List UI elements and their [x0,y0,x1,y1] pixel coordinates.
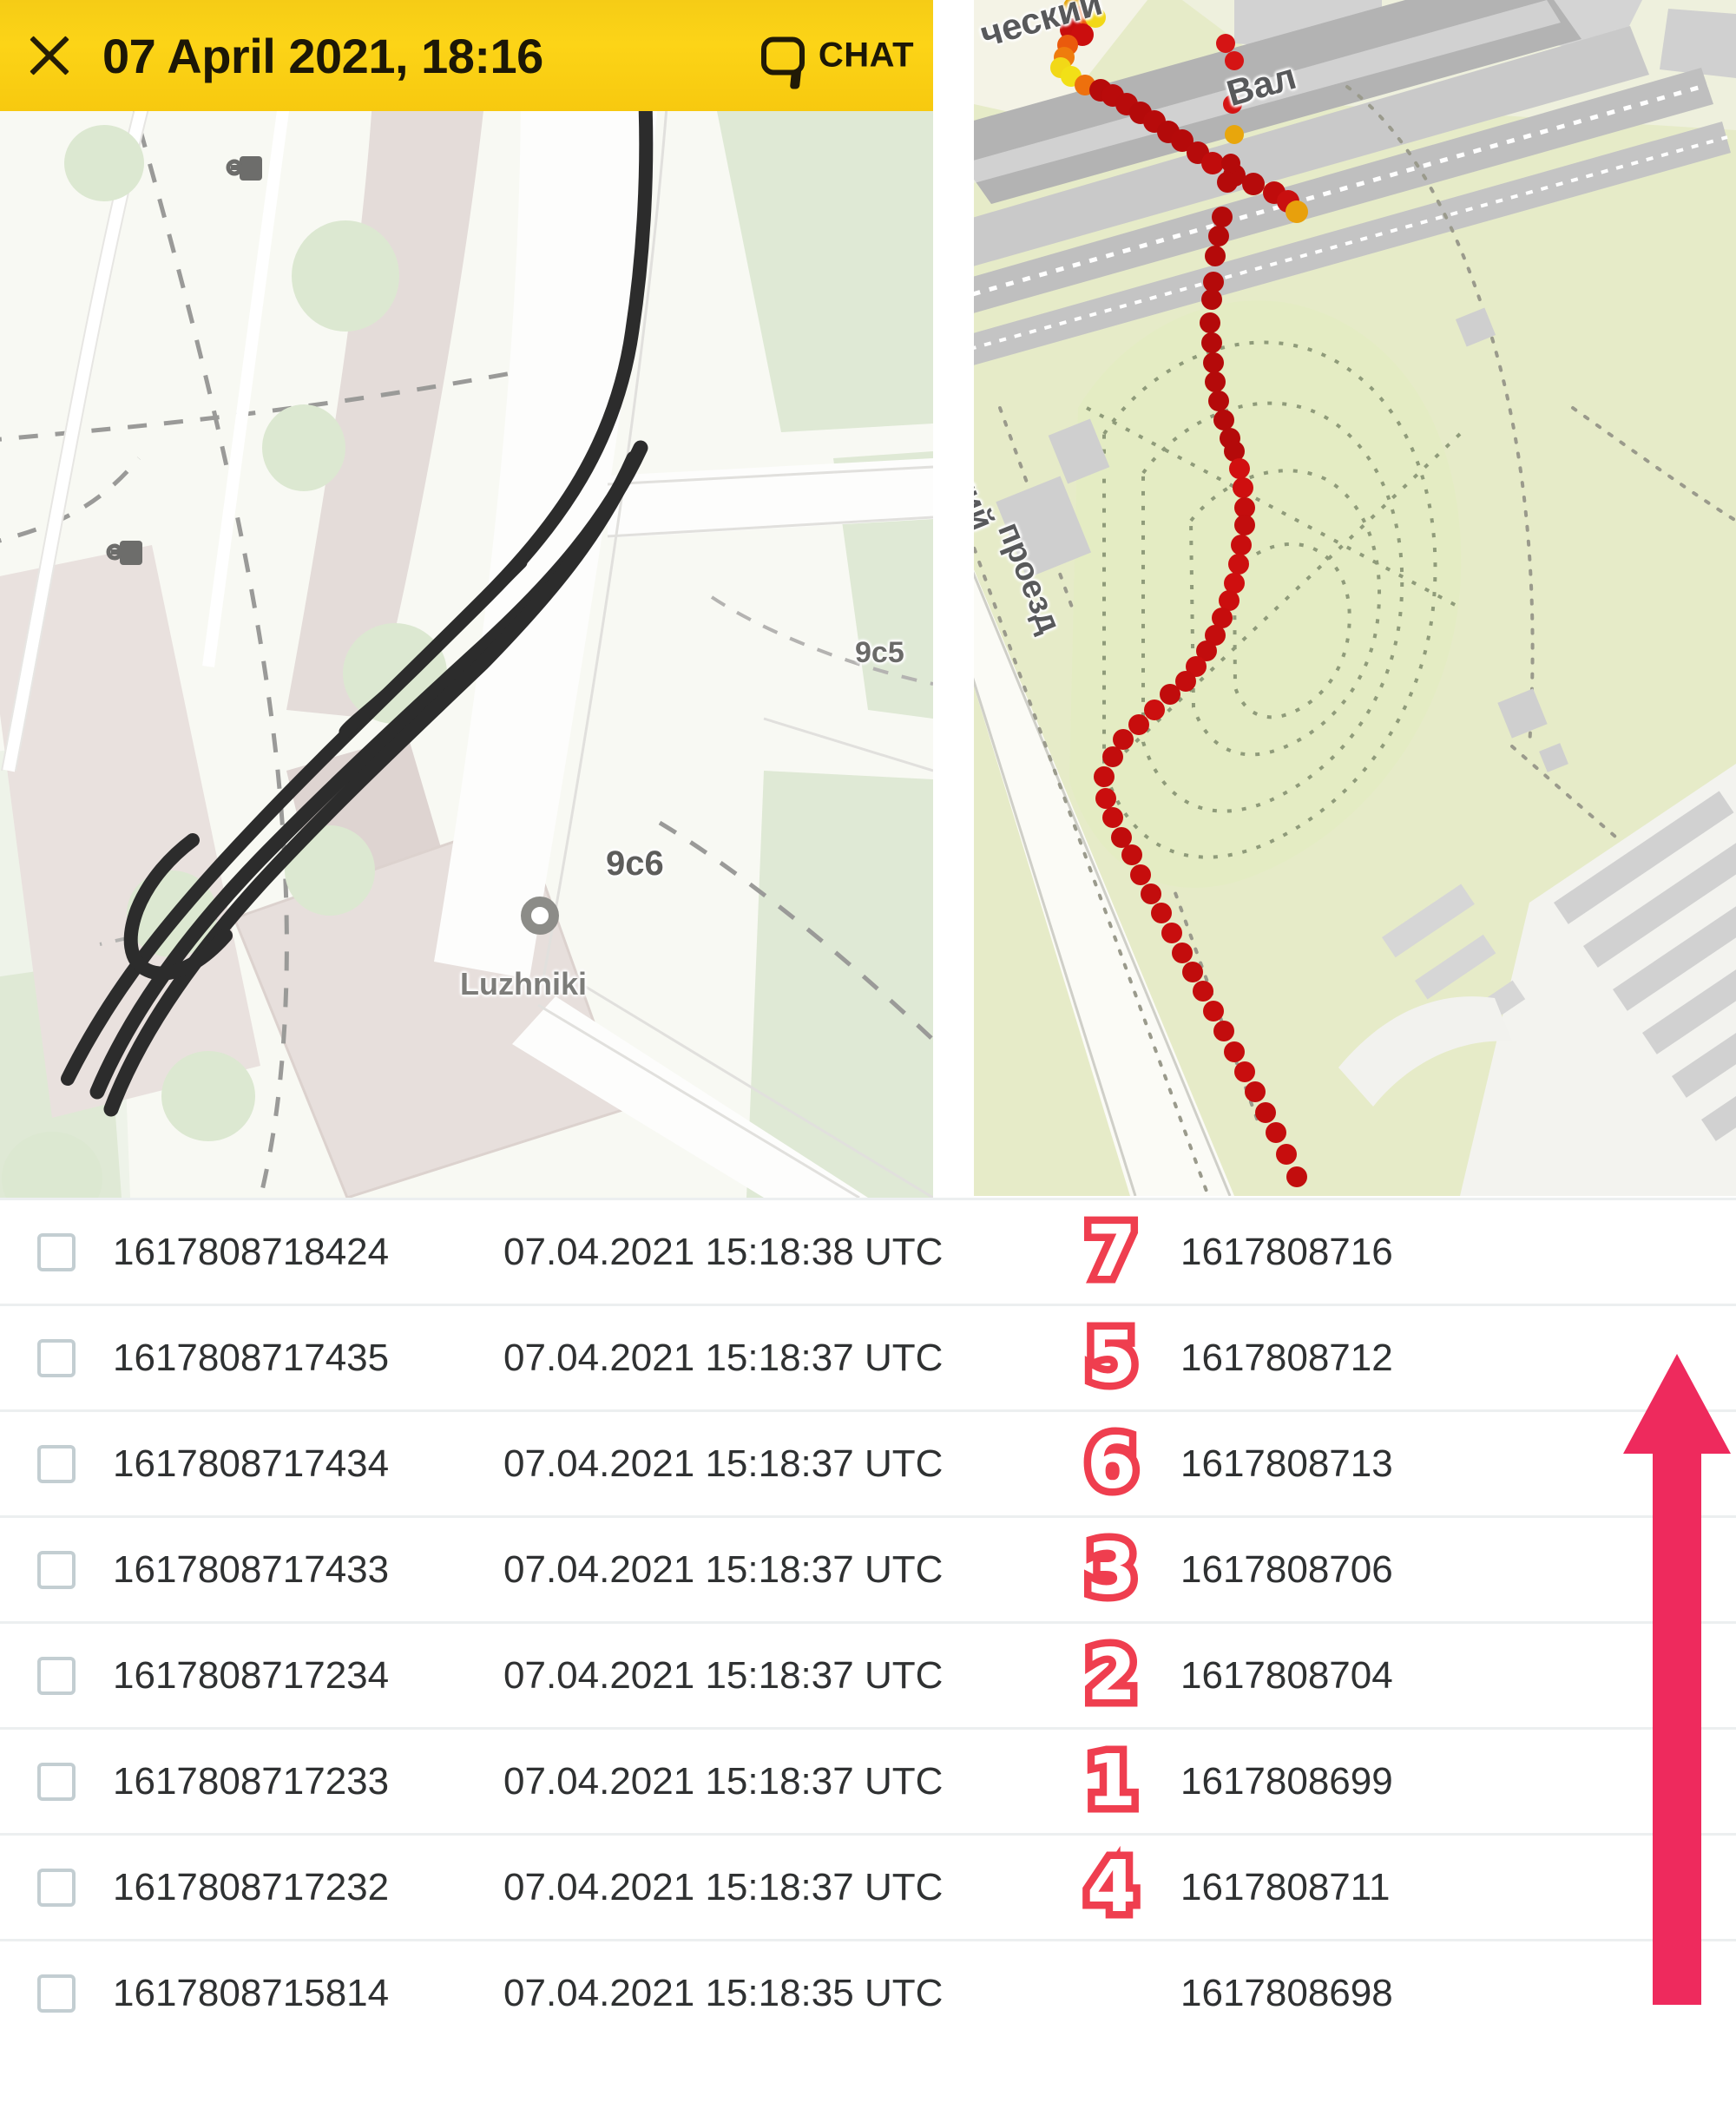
sequence-annotation: 5 [1079,1315,1143,1401]
sequence-annotation: 4 [1079,1844,1143,1930]
signal-id: 1617808704 [1180,1653,1393,1697]
sequence-annotation: 2 [1079,1632,1143,1718]
sequence-annotation-cell: 3 [1042,1517,1180,1623]
row-checkbox-cell[interactable] [0,1868,113,1907]
sequence-annotation-cell: 4 [1042,1835,1180,1941]
row-checkbox[interactable] [37,1974,76,2013]
chat-button-label: CHAT [818,36,914,75]
row-checkbox[interactable] [37,1550,76,1589]
table-row[interactable]: 1617808717434 07.04.2021 15:18:37 UTC 6 … [0,1409,1736,1515]
sequence-annotation-cell: 1 [1042,1729,1180,1835]
signal-id: 1617808706 [1180,1547,1393,1591]
row-checkbox-cell[interactable] [0,1974,113,2013]
record-id: 1617808717433 [113,1547,390,1591]
record-id: 1617808717233 [113,1759,390,1803]
timestamp: 07.04.2021 15:18:37 UTC [503,1759,944,1803]
row-checkbox[interactable] [37,1656,76,1695]
record-id: 1617808715814 [113,1971,390,2014]
timestamp: 07.04.2021 15:18:35 UTC [503,1971,944,2014]
timestamp: 07.04.2021 15:18:38 UTC [503,1230,944,1273]
table-row[interactable]: 1617808717435 07.04.2021 15:18:37 UTC 5 … [0,1304,1736,1409]
sequence-annotation: 1 [1079,1738,1143,1824]
record-id: 1617808717435 [113,1336,390,1379]
sequence-annotation-cell: 5 [1042,1305,1180,1411]
table-row[interactable]: 1617808717234 07.04.2021 15:18:37 UTC 2 … [0,1621,1736,1727]
trip-detail-panel: 9c5 9c6 Luzhniki 07 April 2021, 18:16 CH… [0,0,933,1198]
sequence-annotation-cell: 6 [1042,1411,1180,1517]
row-checkbox-cell[interactable] [0,1444,113,1483]
record-id: 1617808718424 [113,1230,390,1273]
gps-points-panel[interactable]: ческий Вал кий проезд [974,0,1736,1196]
chat-bubble-icon [760,36,805,75]
table-row[interactable]: 1617808717232 07.04.2021 15:18:37 UTC 4 … [0,1833,1736,1939]
chat-button[interactable]: CHAT [760,36,914,76]
map-label-9c5: 9c5 [855,636,904,669]
timestamp: 07.04.2021 15:18:37 UTC [503,1442,944,1485]
record-id: 1617808717434 [113,1442,390,1485]
row-checkbox[interactable] [37,1762,76,1801]
signal-id: 1617808716 [1180,1230,1393,1273]
signal-id: 1617808712 [1180,1336,1393,1379]
sequence-annotation: 7 [1079,1209,1143,1295]
maps-row: 9c5 9c6 Luzhniki 07 April 2021, 18:16 CH… [0,0,1736,1198]
signal-id: 1617808698 [1180,1971,1393,2014]
record-id: 1617808717232 [113,1865,390,1908]
timestamp: 07.04.2021 15:18:37 UTC [503,1865,944,1908]
row-checkbox[interactable] [37,1338,76,1377]
row-checkbox-cell[interactable] [0,1656,113,1695]
trip-header-bar: 07 April 2021, 18:16 CHAT [0,0,933,111]
row-checkbox[interactable] [37,1444,76,1483]
row-checkbox[interactable] [37,1232,76,1271]
table-row[interactable]: 1617808715814 07.04.2021 15:18:35 UTC 16… [0,1939,1736,2045]
trip-track-map[interactable]: 9c5 9c6 Luzhniki [0,111,933,1198]
map-label-9c6: 9c6 [606,844,664,883]
row-checkbox-cell[interactable] [0,1550,113,1589]
record-id: 1617808717234 [113,1653,390,1697]
map-label-luzhniki: Luzhniki [460,966,587,1002]
row-checkbox-cell[interactable] [0,1338,113,1377]
row-checkbox-cell[interactable] [0,1232,113,1271]
signal-id: 1617808711 [1180,1865,1391,1908]
sequence-annotation-cell [1042,1941,1180,2046]
timestamp: 07.04.2021 15:18:37 UTC [503,1547,944,1591]
timestamp: 07.04.2021 15:18:37 UTC [503,1336,944,1379]
sequence-annotation: 3 [1079,1527,1143,1613]
timestamp: 07.04.2021 15:18:37 UTC [503,1653,944,1697]
row-checkbox[interactable] [37,1868,76,1907]
signal-id: 1617808699 [1180,1759,1393,1803]
sequence-annotation-cell: 7 [1042,1199,1180,1305]
close-icon[interactable] [12,18,87,93]
signal-table: 1617808718424 07.04.2021 15:18:38 UTC 7 … [0,1198,1736,2102]
page-title: 07 April 2021, 18:16 [102,28,543,83]
sequence-annotation-cell: 2 [1042,1623,1180,1729]
sequence-annotation: 6 [1079,1421,1143,1507]
table-row[interactable]: 1617808718424 07.04.2021 15:18:38 UTC 7 … [0,1198,1736,1304]
table-row[interactable]: 1617808717233 07.04.2021 15:18:37 UTC 1 … [0,1727,1736,1833]
table-row[interactable]: 1617808717433 07.04.2021 15:18:37 UTC 3 … [0,1515,1736,1621]
signal-id: 1617808713 [1180,1442,1393,1485]
row-checkbox-cell[interactable] [0,1762,113,1801]
luzhniki-poi-ring [521,897,559,935]
